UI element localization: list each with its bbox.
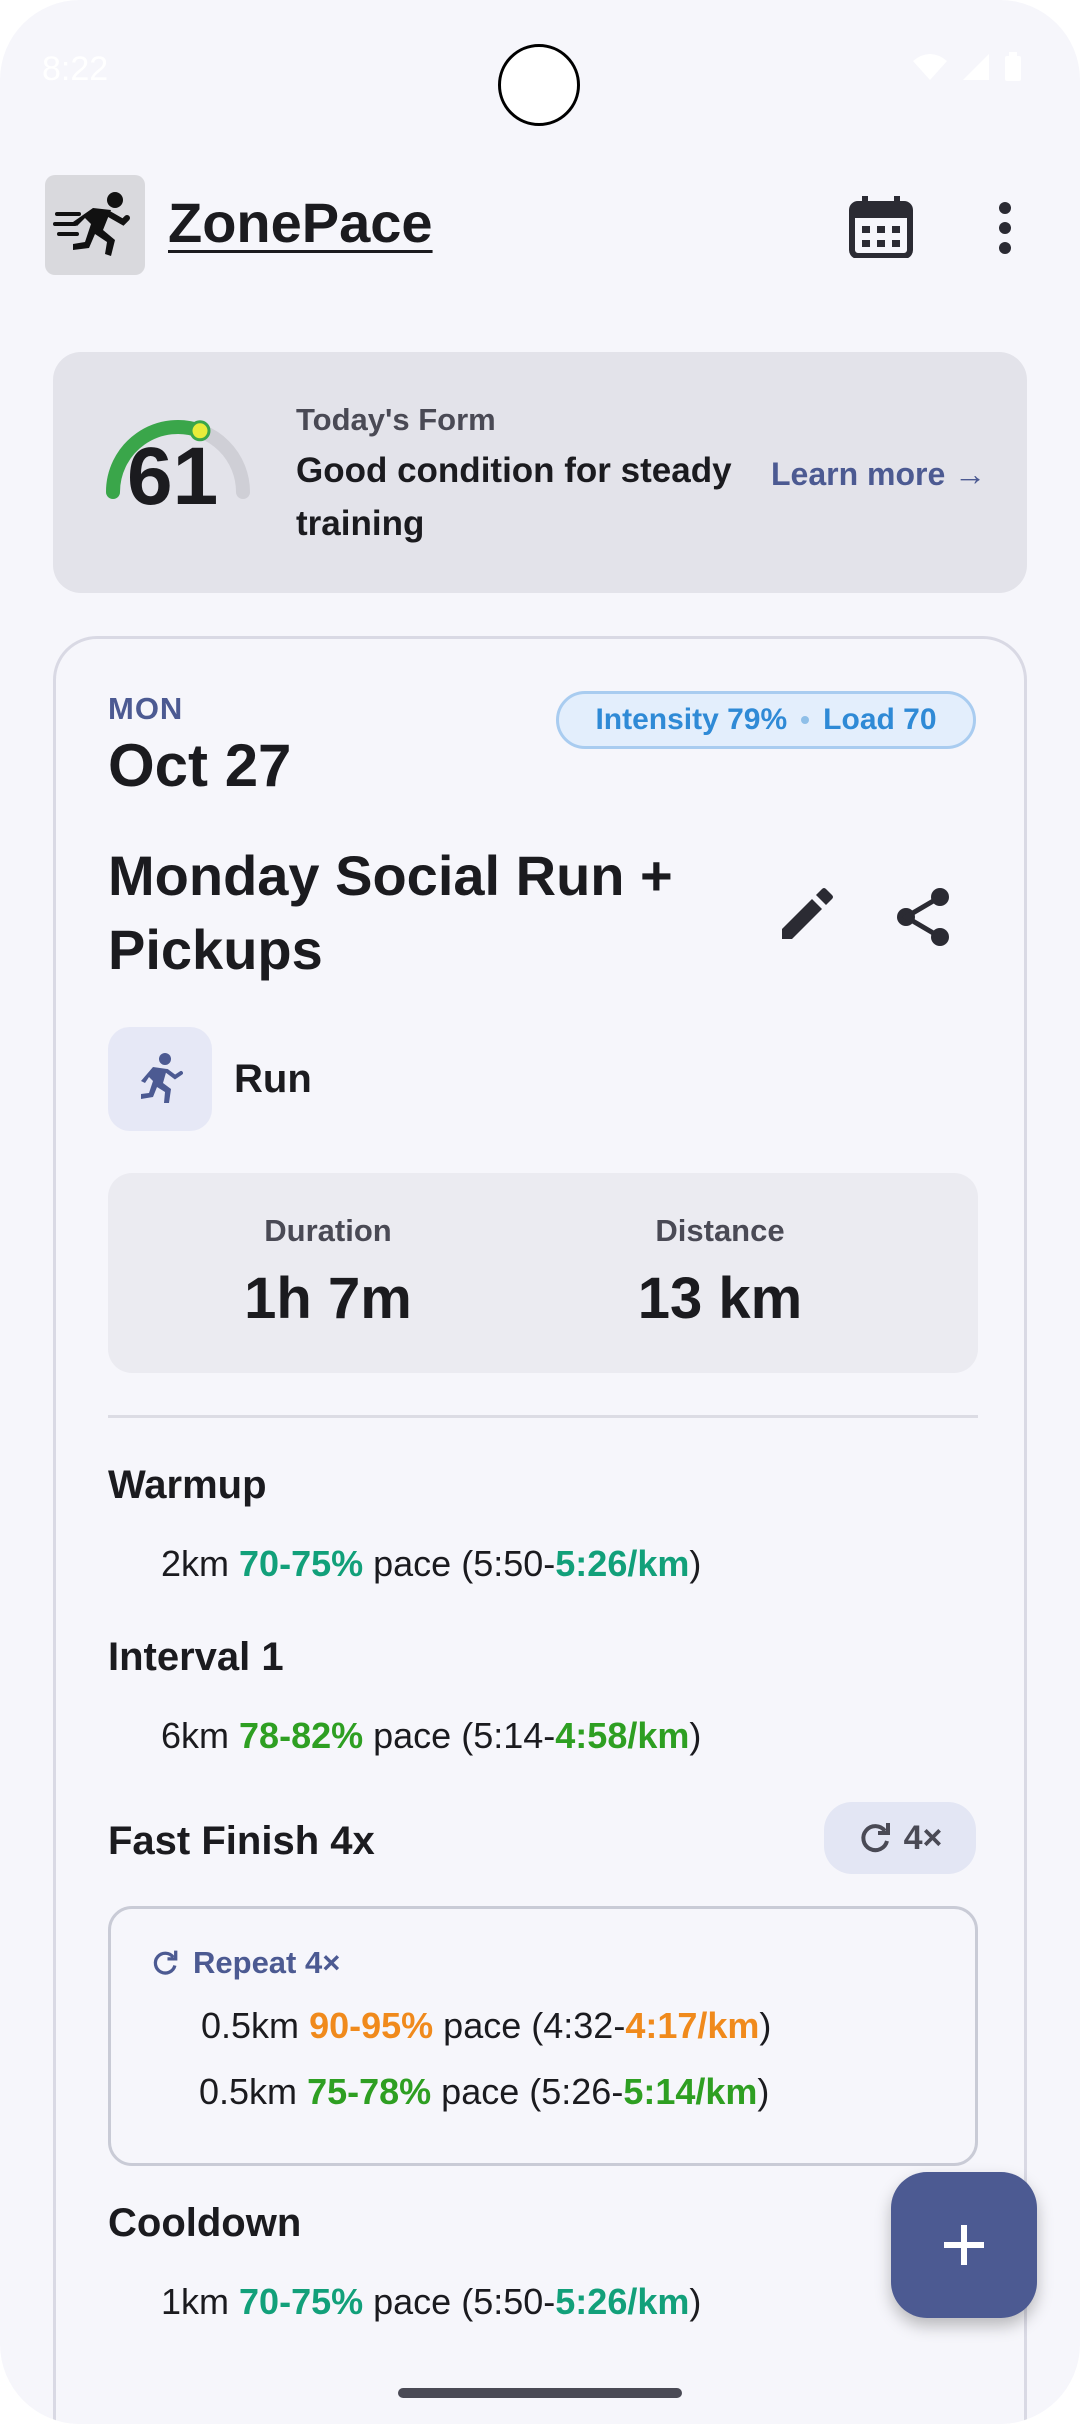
step-pace-close: )	[689, 2281, 702, 2322]
repeat-header: Repeat 4×	[151, 1945, 340, 1981]
pencil-icon	[782, 888, 833, 939]
app-title[interactable]: ZonePace	[168, 190, 433, 255]
step-pace-target: 5:26/km	[555, 1543, 690, 1584]
share-button[interactable]	[894, 887, 954, 947]
repeat-step-2: 0.5km 75-78% pace (5:26-5:14/km)	[199, 2071, 769, 2113]
distance-value: 13 km	[637, 1266, 803, 1331]
chip-separator-dot	[801, 716, 810, 724]
step-distance: 2km	[161, 1543, 230, 1584]
add-workout-button[interactable]	[891, 2172, 1037, 2318]
calendar-button[interactable]	[848, 196, 914, 259]
step-pace-close: )	[757, 2071, 770, 2112]
step-intensity: 75-78%	[307, 2071, 432, 2112]
form-label: Today's Form	[296, 402, 496, 437]
step-pace-word: pace	[373, 2281, 452, 2322]
plus-icon	[944, 2225, 984, 2265]
step-pace-target: 4:58/km	[555, 1715, 690, 1756]
step-intensity: 90-95%	[309, 2005, 434, 2046]
wifi-icon	[913, 54, 947, 80]
workout-type-badge	[108, 1027, 212, 1131]
signal-icon	[963, 54, 989, 80]
running-person-icon	[53, 192, 130, 256]
step-pace-close: )	[759, 2005, 772, 2046]
step-pace-target: 5:26/km	[555, 2281, 690, 2322]
app-logo	[45, 175, 145, 275]
interval-title: Interval 1	[108, 1635, 284, 1679]
distance-stat: Distance 13 km	[550, 1213, 890, 1332]
load-label: Load 70	[823, 703, 937, 736]
distance-label: Distance	[655, 1213, 785, 1248]
form-score: 61	[127, 431, 219, 522]
step-pace-word: pace	[441, 2071, 520, 2112]
step-pace-start: (5:50-	[461, 1543, 556, 1584]
phone-screen: 8:22 ZonePace 61 Today's Form Good condi…	[0, 0, 1080, 2424]
repeat-label: Repeat 4×	[193, 1945, 341, 1980]
cooldown-title: Cooldown	[108, 2201, 302, 2245]
calendar-icon	[849, 196, 913, 259]
repeat-chip-label: 4×	[903, 1818, 943, 1857]
battery-icon	[1005, 52, 1021, 81]
interval-step: 6km 78-82% pace (5:14-4:58/km)	[161, 1715, 701, 1757]
status-time: 8:22	[42, 50, 109, 88]
status-icons	[912, 52, 1022, 82]
warmup-step: 2km 70-75% pace (5:50-5:26/km)	[161, 1543, 701, 1585]
workout-stats: Duration 1h 7m Distance 13 km	[108, 1173, 978, 1373]
workout-card[interactable]: MON Oct 27 Intensity 79% Load 70 Monday …	[53, 636, 1027, 2424]
duration-value: 1h 7m	[244, 1266, 412, 1331]
repeat-count-chip[interactable]: 4×	[824, 1802, 976, 1874]
step-pace-start: (5:26-	[529, 2071, 624, 2112]
step-pace-start: (5:50-	[461, 2281, 556, 2322]
step-intensity: 78-82%	[239, 1715, 364, 1756]
learn-more-link[interactable]: Learn more →	[771, 456, 986, 493]
step-pace-word: pace	[443, 2005, 522, 2046]
share-icon	[897, 888, 949, 946]
repeat-icon	[153, 1950, 178, 1975]
workout-type-label: Run	[234, 1057, 312, 1101]
step-distance: 0.5km	[199, 2071, 298, 2112]
home-indicator[interactable]	[398, 2388, 682, 2398]
step-intensity: 70-75%	[239, 1543, 364, 1584]
cooldown-step: 1km 70-75% pace (5:50-5:26/km)	[161, 2281, 701, 2323]
divider	[108, 1415, 978, 1418]
step-pace-start: (4:32-	[531, 2005, 626, 2046]
repeat-icon	[860, 1823, 890, 1853]
step-distance: 6km	[161, 1715, 230, 1756]
duration-stat: Duration 1h 7m	[158, 1213, 498, 1332]
more-vert-icon	[999, 202, 1011, 254]
step-pace-target: 4:17/km	[625, 2005, 760, 2046]
repeat-block: Repeat 4× 0.5km 90-95% pace (4:32-4:17/k…	[108, 1906, 978, 2166]
step-pace-close: )	[689, 1543, 702, 1584]
duration-label: Duration	[264, 1213, 392, 1248]
todays-form-card[interactable]: 61 Today's Form Good condition for stead…	[53, 352, 1027, 593]
step-pace-word: pace	[373, 1715, 452, 1756]
step-distance: 1km	[161, 2281, 230, 2322]
edit-button[interactable]	[778, 887, 834, 943]
more-options-button[interactable]	[985, 200, 1025, 256]
repeat-step-1: 0.5km 90-95% pace (4:32-4:17/km)	[201, 2005, 771, 2047]
step-distance: 0.5km	[201, 2005, 300, 2046]
workout-title: Monday Social Run + Pickups	[108, 844, 673, 981]
step-pace-close: )	[689, 1715, 702, 1756]
intensity-label: Intensity 79%	[595, 703, 788, 736]
step-pace-word: pace	[373, 1543, 452, 1584]
fast-finish-title: Fast Finish 4x	[108, 1819, 375, 1863]
camera-cutout	[498, 44, 580, 126]
workout-date: Oct 27	[108, 732, 292, 799]
step-intensity: 70-75%	[239, 2281, 364, 2322]
step-pace-start: (5:14-	[461, 1715, 556, 1756]
workout-day: MON	[108, 691, 184, 726]
intensity-load-chip: Intensity 79% Load 70	[556, 691, 976, 749]
warmup-title: Warmup	[108, 1463, 267, 1507]
run-icon	[141, 1053, 183, 1103]
step-pace-target: 5:14/km	[623, 2071, 758, 2112]
form-description: Good condition for steady training	[296, 451, 732, 543]
